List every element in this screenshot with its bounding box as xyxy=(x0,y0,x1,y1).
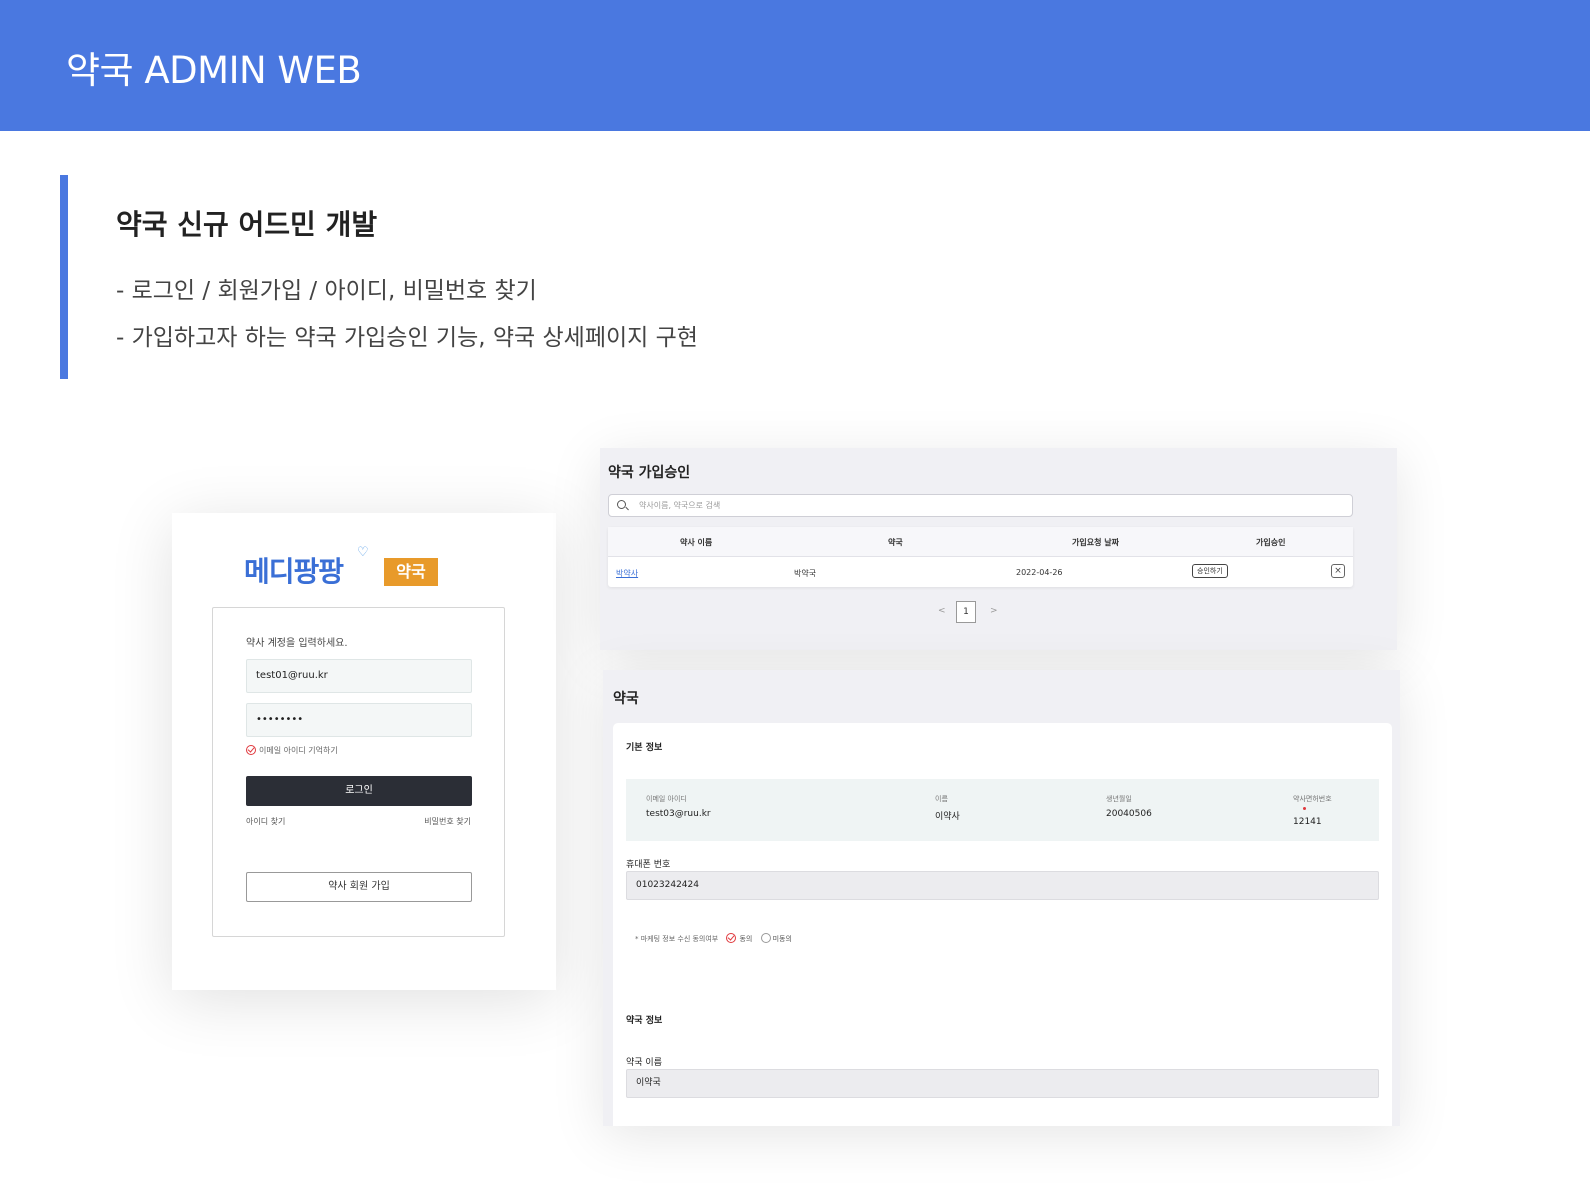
header-bar: 약국 ADMIN WEB xyxy=(0,0,1590,131)
logo-tag: 약국 xyxy=(384,558,438,586)
pharmacy-name-label: 약국 이름 xyxy=(626,1058,662,1068)
info-value: test03@ruu.kr xyxy=(646,809,711,819)
info-label: 이름 xyxy=(935,795,948,803)
table-header: 약사 이름 약국 가입요청 날짜 가입승인 xyxy=(608,527,1353,557)
consent-yes-radio[interactable]: 동의 xyxy=(726,933,752,944)
radio-icon xyxy=(760,933,771,943)
logo-brand: 메디팡팡 xyxy=(244,555,344,588)
find-id-link[interactable]: 아이디 찾기 xyxy=(246,816,285,827)
table-cell: 2022-04-26 xyxy=(1016,568,1063,577)
marketing-consent: * 마케팅 정보 수신 동의여부 동의 미동의 xyxy=(635,933,792,944)
basic-info-title: 기본 정보 xyxy=(626,743,663,753)
close-icon[interactable]: × xyxy=(1331,564,1345,578)
consent-yes-label: 동의 xyxy=(739,935,753,943)
column-header: 가입요청 날짜 xyxy=(1072,538,1119,547)
check-icon xyxy=(246,745,256,755)
page-number[interactable]: 1 xyxy=(956,601,976,623)
page-title: 약국 ADMIN WEB xyxy=(66,49,362,92)
detail-title: 약국 xyxy=(613,691,639,707)
info-label: 약사면허번호 xyxy=(1293,795,1332,803)
logo: 메디팡팡 ♡ 약국 xyxy=(244,545,444,590)
info-value: 20040506 xyxy=(1106,809,1152,819)
pharmacy-info-title: 약국 정보 xyxy=(626,1016,663,1026)
email-field[interactable]: test01@ruu.kr xyxy=(246,659,472,693)
login-screen: 메디팡팡 ♡ 약국 약사 계정을 입력하세요. test01@ruu.kr ••… xyxy=(172,513,556,990)
approval-screen: 약국 가입승인 약사 이름 약국 가입요청 날짜 가입승인 박약사 박약국 20… xyxy=(600,448,1397,650)
consent-label: * 마케팅 정보 수신 동의여부 xyxy=(635,934,719,943)
info-value: 이약사 xyxy=(935,812,960,822)
info-label: 이메일 아이디 xyxy=(646,795,687,803)
approval-title: 약국 가입승인 xyxy=(608,465,691,481)
column-header: 약사 이름 xyxy=(680,538,713,547)
pharmacy-detail-screen: 약국 기본 정보 이메일 아이디 test03@ruu.kr 이름 이약사 생년… xyxy=(603,670,1400,1126)
bullet-item: - 가입하고자 하는 약국 가입승인 기능, 약국 상세페이지 구현 xyxy=(116,325,698,351)
login-button[interactable]: 로그인 xyxy=(246,776,472,806)
basic-info-panel: 이메일 아이디 test03@ruu.kr 이름 이약사 생년월일 200405… xyxy=(626,779,1379,841)
approval-table: 약사 이름 약국 가입요청 날짜 가입승인 박약사 박약국 2022-04-26… xyxy=(608,527,1353,587)
phone-field[interactable]: 01023242424 xyxy=(626,871,1379,900)
check-icon xyxy=(726,933,737,943)
column-header: 약국 xyxy=(888,538,903,547)
column-header: 가입승인 xyxy=(1256,538,1286,547)
search-icon xyxy=(617,500,626,509)
consent-no-radio[interactable]: 미동의 xyxy=(760,933,792,944)
info-value: 12141 xyxy=(1293,817,1322,827)
table-cell: 박약국 xyxy=(794,569,817,578)
section-heading: 약국 신규 어드민 개발 xyxy=(116,208,378,241)
consent-no-label: 미동의 xyxy=(772,935,792,943)
password-field[interactable]: •••••••• xyxy=(246,703,472,737)
approve-button[interactable]: 승인하기 xyxy=(1192,564,1228,578)
info-label: 생년월일 xyxy=(1106,795,1132,803)
remember-label: 이메일 아이디 기억하기 xyxy=(259,746,338,755)
search-input[interactable] xyxy=(639,498,1339,513)
detail-card: 기본 정보 이메일 아이디 test03@ruu.kr 이름 이약사 생년월일 … xyxy=(613,723,1392,1126)
pharmacy-name-field[interactable]: 이약국 xyxy=(626,1069,1379,1098)
login-form: 약사 계정을 입력하세요. test01@ruu.kr •••••••• 이메일… xyxy=(212,607,505,937)
accent-bar xyxy=(60,175,68,379)
join-button[interactable]: 약사 회원 가입 xyxy=(246,872,472,902)
remember-checkbox[interactable]: 이메일 아이디 기억하기 xyxy=(246,745,338,756)
description-section: 약국 신규 어드민 개발 - 로그인 / 회원가입 / 아이디, 비밀번호 찾기… xyxy=(60,175,960,379)
required-dot xyxy=(1303,807,1306,810)
pharmacist-link[interactable]: 박약사 xyxy=(616,568,638,579)
find-password-link[interactable]: 비밀번호 찾기 xyxy=(424,816,471,827)
login-prompt: 약사 계정을 입력하세요. xyxy=(246,638,348,649)
next-page-button[interactable]: > xyxy=(990,606,998,616)
phone-label: 휴대폰 번호 xyxy=(626,860,671,870)
heart-icon: ♡ xyxy=(357,545,369,560)
search-bar xyxy=(608,494,1353,517)
bullet-item: - 로그인 / 회원가입 / 아이디, 비밀번호 찾기 xyxy=(116,278,537,304)
prev-page-button[interactable]: < xyxy=(938,606,946,616)
